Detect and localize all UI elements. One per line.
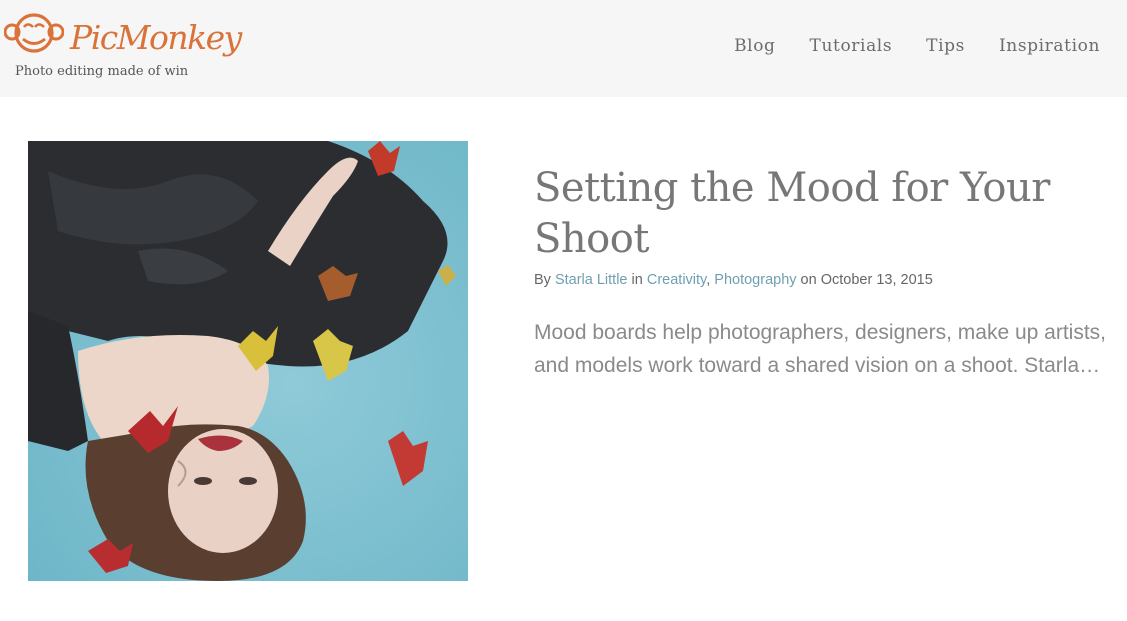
post-title-link[interactable]: Setting the Mood for Your Shoot: [534, 163, 1094, 265]
category-link-photography[interactable]: Photography: [714, 272, 796, 288]
nav-tutorials[interactable]: Tutorials: [810, 36, 893, 56]
monkey-logo-icon: [4, 13, 64, 53]
post-excerpt: Mood boards help photographers, designer…: [534, 316, 1127, 382]
nav-blog[interactable]: Blog: [734, 36, 775, 56]
featured-photo: [28, 141, 468, 581]
post-byline: By Starla Little in Creativity, Photogra…: [534, 272, 933, 288]
brand-logo-link[interactable]: PicMonkey: [4, 10, 242, 57]
main-nav: Blog Tutorials Tips Inspiration: [734, 36, 1100, 56]
author-link[interactable]: Starla Little: [555, 272, 628, 288]
post-date: October 13, 2015: [820, 272, 933, 288]
site-header: PicMonkey Photo editing made of win Blog…: [0, 0, 1127, 97]
excerpt-line-2: and models work toward a shared vision o…: [534, 354, 1101, 377]
byline-in-label: in: [631, 272, 643, 288]
byline-by-label: By: [534, 272, 551, 288]
brand-name: PicMonkey: [70, 18, 242, 57]
byline-on-label: on: [800, 272, 817, 288]
nav-tips[interactable]: Tips: [926, 36, 965, 56]
category-link-creativity[interactable]: Creativity: [647, 272, 706, 288]
post-featured-image[interactable]: [28, 141, 468, 581]
brand-tagline: Photo editing made of win: [15, 64, 189, 79]
nav-inspiration[interactable]: Inspiration: [999, 36, 1100, 56]
excerpt-line-1: Mood boards help photographers, designer…: [534, 321, 1106, 344]
category-separator: ,: [706, 272, 711, 288]
